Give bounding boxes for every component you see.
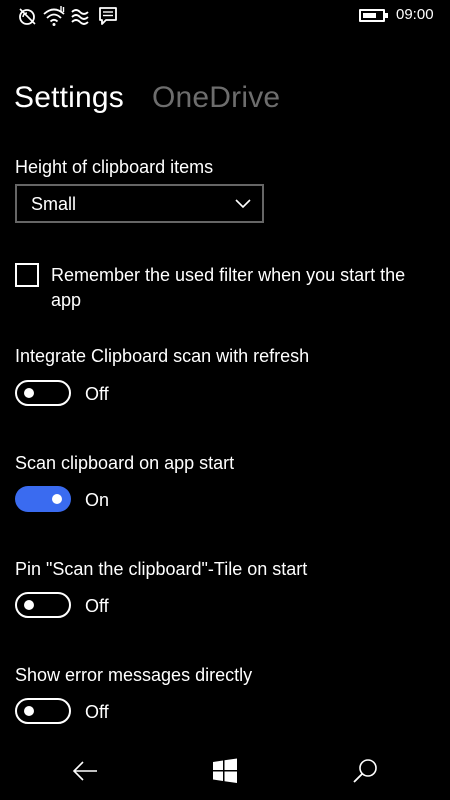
scan-on-start-toggle[interactable] [15, 486, 71, 512]
remember-filter-label: Remember the used filter when you start … [51, 265, 406, 310]
pin-tile-state: Off [85, 596, 109, 616]
pivot-header: Settings OneDrive [14, 78, 308, 118]
remember-filter-checkbox[interactable] [15, 263, 39, 287]
message-icon [99, 7, 117, 25]
show-errors-label: Show error messages directly [15, 665, 253, 685]
toggle-knob [24, 388, 34, 398]
show-errors-state: Off [85, 702, 109, 722]
clock: 09:00 [396, 6, 434, 23]
integrate-scan-state: Off [85, 384, 109, 404]
wifi-icon [43, 6, 65, 26]
integrate-scan-toggle[interactable] [15, 380, 71, 406]
clipboard-height-dropdown[interactable]: Small [15, 184, 264, 223]
hotspot-icon [71, 9, 89, 25]
pin-tile-label: Pin "Scan the clipboard"-Tile on start [15, 559, 308, 579]
toggle-knob [24, 706, 34, 716]
scan-on-start-label: Scan clipboard on app start [15, 453, 235, 473]
windows-logo-icon[interactable] [210, 756, 240, 786]
chevron-down-icon [235, 199, 251, 209]
scan-on-start-state: On [85, 490, 110, 510]
show-errors-toggle[interactable] [15, 698, 71, 724]
clipboard-height-label: Height of clipboard items [15, 157, 214, 177]
navigation-bar [0, 740, 450, 800]
battery-level [363, 13, 376, 18]
toggle-knob [52, 494, 62, 504]
do-not-disturb-icon [19, 8, 36, 25]
status-bar: 09:00 [0, 0, 450, 32]
battery-icon [359, 9, 388, 22]
search-icon[interactable] [350, 756, 380, 786]
toggle-knob [24, 600, 34, 610]
dropdown-selected-value: Small [31, 194, 77, 214]
tab-settings[interactable]: Settings [14, 78, 124, 118]
back-arrow-icon[interactable] [70, 756, 100, 786]
tab-onedrive[interactable]: OneDrive [152, 78, 280, 118]
pin-tile-toggle[interactable] [15, 592, 71, 618]
integrate-scan-label: Integrate Clipboard scan with refresh [15, 346, 310, 366]
